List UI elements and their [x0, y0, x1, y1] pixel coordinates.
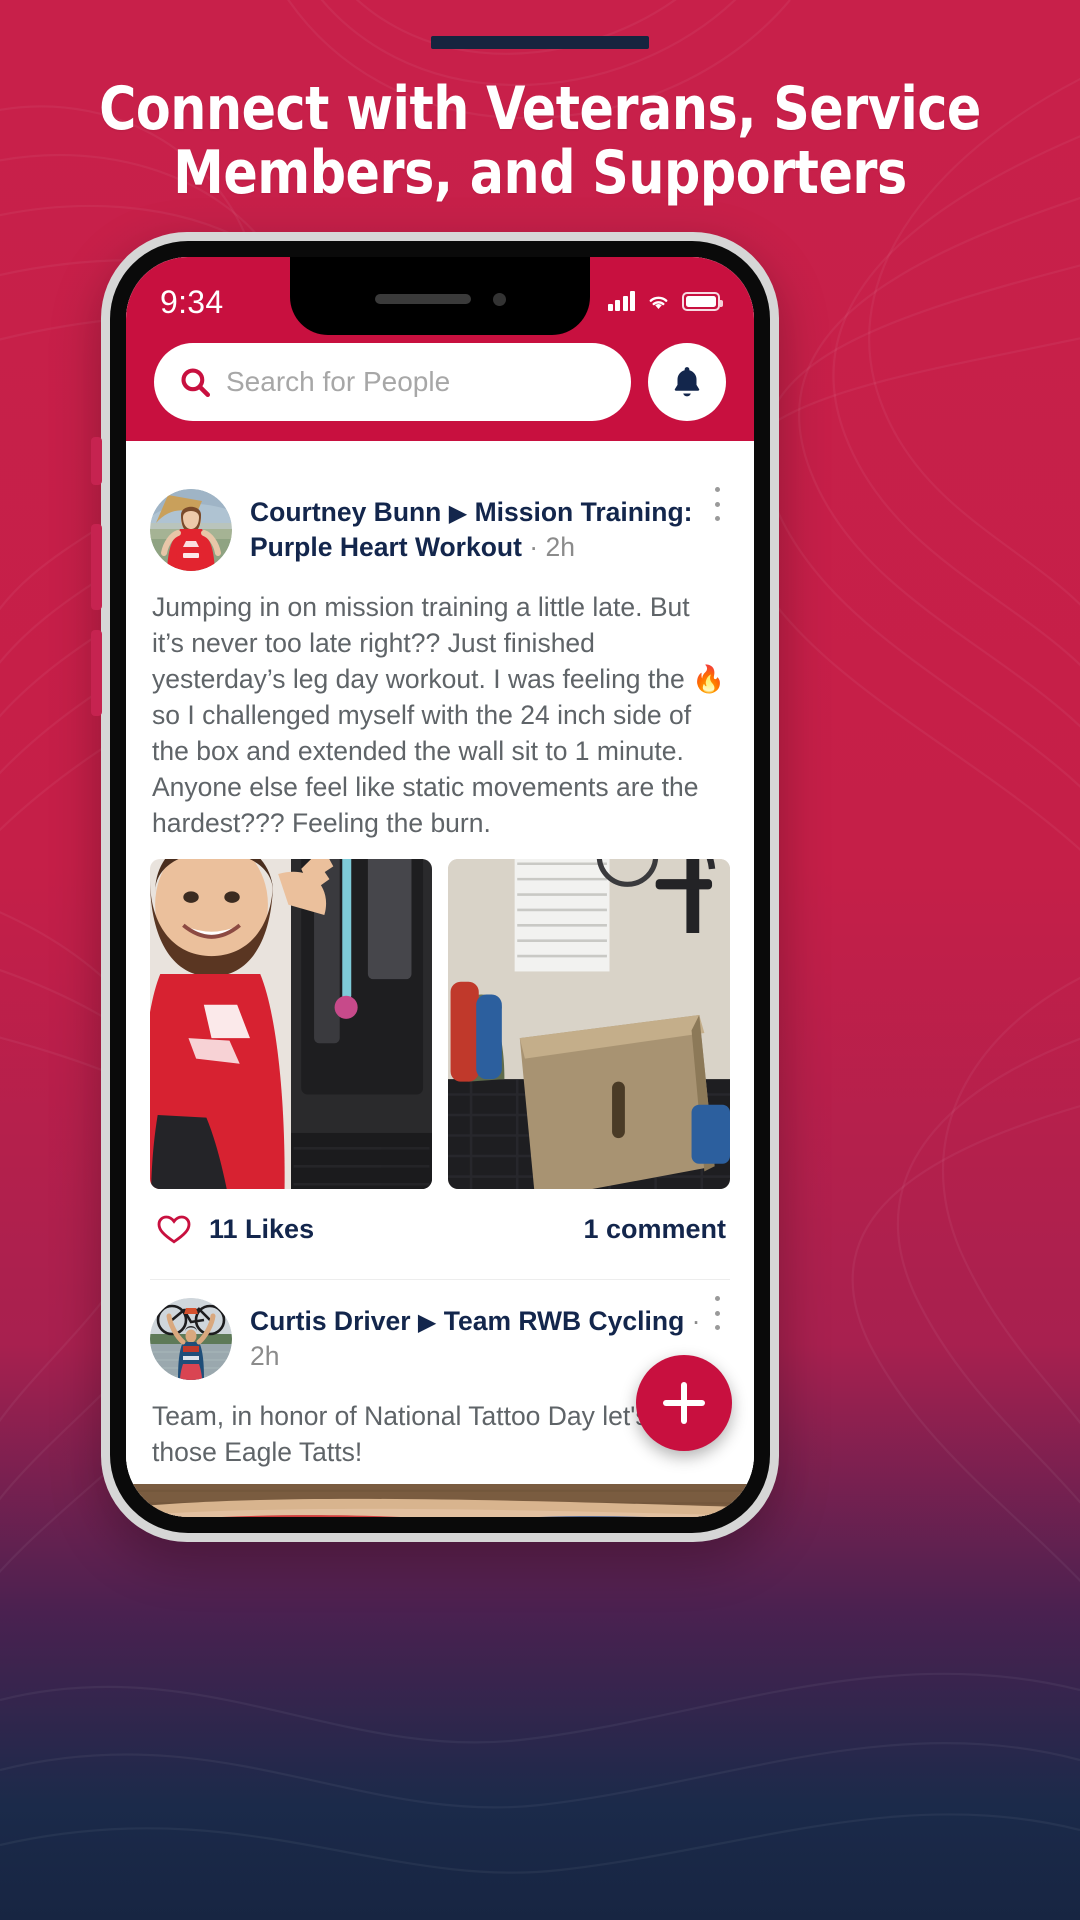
notifications-button[interactable]: [648, 343, 726, 421]
post-media-grid: [126, 841, 754, 1190]
post-separator: ·: [521, 532, 546, 563]
phone-screen: Courtney Bunn ▶ Mission Training: Purple…: [126, 257, 754, 1517]
mute-switch[interactable]: [91, 437, 102, 485]
post-meta: Courtney Bunn ▶ Mission Training: Purple…: [250, 489, 730, 565]
headline-line-2: Members, and Supporters: [173, 137, 907, 208]
earpiece-speaker: [374, 294, 471, 304]
volume-up-button[interactable]: [91, 524, 102, 610]
volume-down-button[interactable]: [91, 630, 102, 716]
feed-scroll-area[interactable]: Courtney Bunn ▶ Mission Training: Purple…: [126, 257, 754, 1517]
post-photo[interactable]: [126, 1484, 754, 1517]
post-separator: ·: [684, 1306, 701, 1337]
search-input[interactable]: Search for People: [154, 343, 631, 421]
post-photo[interactable]: [150, 859, 432, 1190]
bell-icon: [674, 367, 700, 397]
wifi-icon: [646, 292, 671, 311]
create-post-button[interactable]: [636, 1355, 732, 1451]
avatar[interactable]: [150, 1298, 232, 1381]
arrow-right-icon: ▶: [448, 500, 468, 527]
phone-mockup: Courtney Bunn ▶ Mission Training: Purple…: [91, 232, 779, 1542]
comment-count[interactable]: 1 comment: [583, 1214, 726, 1245]
search-placeholder: Search for People: [226, 366, 451, 397]
post-author[interactable]: Curtis Driver: [250, 1306, 411, 1336]
post-timestamp: 2h: [250, 1341, 280, 1372]
plus-icon-horizontal: [663, 1400, 705, 1406]
top-accent-bar: [431, 36, 649, 49]
status-icons: [607, 290, 723, 314]
avatar[interactable]: [150, 489, 232, 571]
headline-line-1: Connect with Veterans, Service: [99, 74, 981, 144]
feed-post: Courtney Bunn ▶ Mission Training: Purple…: [126, 471, 754, 1270]
phone-frame: Courtney Bunn ▶ Mission Training: Purple…: [110, 241, 770, 1533]
phone-notch: [290, 257, 590, 335]
post-actions: 11 Likes 1 comment: [126, 1189, 754, 1263]
search-row: Search for People: [126, 333, 754, 421]
like-button[interactable]: 11 Likes: [154, 1211, 314, 1247]
heart-icon: [157, 1215, 191, 1244]
post-author[interactable]: Courtney Bunn: [250, 497, 441, 527]
search-icon: [181, 368, 211, 398]
kebab-menu-icon[interactable]: [704, 1296, 730, 1331]
cellular-signal-icon: [607, 290, 635, 311]
battery-icon: [682, 291, 723, 311]
page-title: Connect with Veterans, Service Members, …: [32, 77, 1047, 208]
post-group[interactable]: Team RWB Cycling: [444, 1306, 685, 1336]
kebab-menu-icon[interactable]: [704, 487, 730, 521]
post-media-grid: [126, 1470, 754, 1517]
post-header: Courtney Bunn ▶ Mission Training: Purple…: [126, 471, 754, 571]
post-photo[interactable]: [448, 859, 730, 1190]
app-header: 9:34 Search for People: [126, 257, 754, 441]
post-timestamp: 2h: [545, 532, 575, 563]
like-count: 11 Likes: [209, 1213, 315, 1244]
post-body: Jumping in on mission training a little …: [152, 592, 726, 839]
status-time: 9:34: [160, 283, 224, 320]
arrow-right-icon: ▶: [417, 1309, 437, 1337]
front-camera: [492, 292, 506, 306]
